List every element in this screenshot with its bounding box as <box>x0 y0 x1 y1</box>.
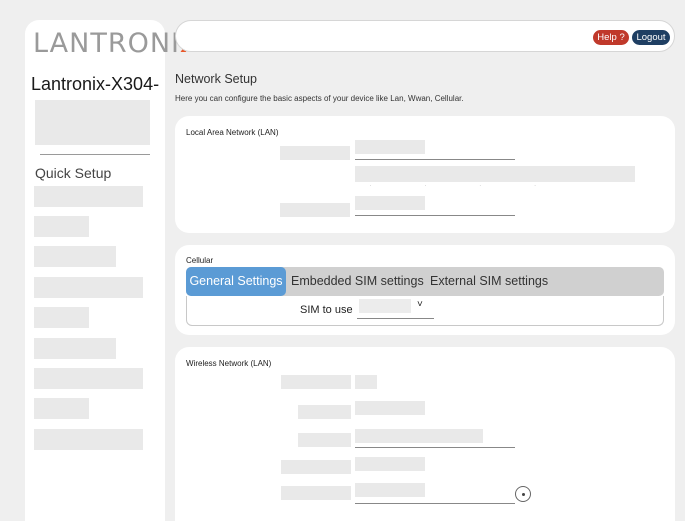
quick-setup-label: Quick Setup <box>35 165 112 181</box>
cellular-title: Cellular <box>186 256 214 265</box>
wireless-field-label <box>281 460 351 474</box>
tab-external-sim-settings[interactable]: External SIM settings <box>430 267 548 296</box>
wireless-field-input[interactable] <box>355 429 483 443</box>
wireless-input-underline <box>355 503 515 504</box>
wireless-field-input[interactable] <box>355 457 425 471</box>
wireless-field-input[interactable] <box>355 401 425 415</box>
eye-icon[interactable] <box>515 486 531 502</box>
sidebar-item[interactable] <box>34 186 143 207</box>
wireless-card: Wireless Network (LAN) <box>175 347 675 521</box>
sim-to-use-select[interactable]: ˅ <box>357 297 434 319</box>
lan-field-wide[interactable] <box>355 166 635 182</box>
wireless-field-label <box>298 405 351 419</box>
sidebar-item[interactable] <box>34 307 89 328</box>
sidebar-item[interactable] <box>34 277 143 298</box>
wireless-title: Wireless Network (LAN) <box>186 359 272 368</box>
sidebar-divider <box>40 154 150 155</box>
wireless-field-input[interactable] <box>355 375 377 389</box>
tab-general-settings[interactable]: General Settings <box>186 267 286 296</box>
device-info-placeholder <box>35 100 150 145</box>
lan-title: Local Area Network (LAN) <box>186 128 279 137</box>
sidebar-item[interactable] <box>34 429 143 450</box>
help-button[interactable]: Help ? <box>593 30 629 45</box>
device-name: Lantronix-X304- <box>31 74 160 94</box>
wireless-field-label <box>298 433 351 447</box>
tab-embedded-sim-settings[interactable]: Embedded SIM settings <box>291 267 424 296</box>
lan-input-underline <box>355 215 515 216</box>
lan-input-underline <box>355 159 515 160</box>
lan-field-label <box>280 203 350 217</box>
lan-hint-dots: . . . . <box>370 182 562 188</box>
wireless-password-input[interactable] <box>355 483 425 497</box>
cellular-tabs: General Settings Embedded SIM settings E… <box>186 267 664 296</box>
lan-card: Local Area Network (LAN) . . . . <box>175 116 675 233</box>
chevron-down-icon: ˅ <box>417 299 423 310</box>
lan-field-input[interactable] <box>355 196 425 210</box>
wireless-field-label <box>281 486 351 500</box>
page-subtitle: Here you can configure the basic aspects… <box>175 94 464 103</box>
sidebar-item[interactable] <box>34 216 89 237</box>
lan-field-label <box>280 146 350 160</box>
logout-button[interactable]: Logout <box>632 30 670 45</box>
page-title: Network Setup <box>175 72 257 86</box>
sidebar-item[interactable] <box>34 368 143 389</box>
sidebar: LANTRONIX Lantronix-X304- Quick Setup <box>25 20 201 521</box>
top-bar: Help ? Logout <box>175 20 675 52</box>
sim-to-use-row: SIM to use ˅ <box>186 296 664 326</box>
wireless-field-label <box>281 375 351 389</box>
cellular-card: Cellular General Settings Embedded SIM s… <box>175 245 675 335</box>
sidebar-item[interactable] <box>34 398 89 419</box>
sim-select-value <box>359 299 411 313</box>
wireless-input-underline <box>355 447 515 448</box>
sidebar-item[interactable] <box>34 246 116 267</box>
sidebar-item[interactable] <box>34 338 116 359</box>
sim-to-use-label: SIM to use <box>300 304 353 316</box>
lan-field-input[interactable] <box>355 140 425 154</box>
